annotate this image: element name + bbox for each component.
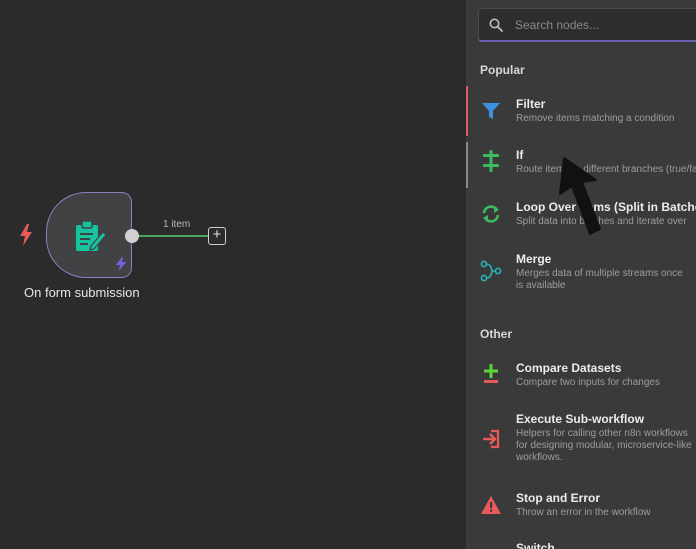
node-item-execute-sub-workflow[interactable]: Execute Sub-workflow Helpers for calling… xyxy=(466,412,696,472)
form-edit-icon xyxy=(76,220,107,251)
search-box[interactable] xyxy=(478,8,696,42)
form-trigger-node[interactable] xyxy=(46,192,132,278)
desc-line: is available xyxy=(516,280,566,291)
node-item-merge[interactable]: Merge Merges data of multiple streams on… xyxy=(466,252,696,300)
node-item-title: Stop and Error xyxy=(516,491,601,505)
merge-icon xyxy=(480,260,502,282)
node-item-title: Merge xyxy=(516,252,552,266)
lightning-bolt-icon xyxy=(20,224,32,246)
node-item-desc: Throw an error in the workflow xyxy=(516,507,651,518)
execute-workflow-icon xyxy=(483,429,500,449)
node-item-desc: Helpers for calling other n8n workflows … xyxy=(516,428,692,464)
loop-icon xyxy=(482,205,500,223)
node-title: On form submission xyxy=(24,285,140,300)
connection-item-count: 1 item xyxy=(163,219,191,230)
search-icon xyxy=(489,18,503,32)
node-item-title: If xyxy=(516,148,524,162)
node-item-desc: Remove items matching a condition xyxy=(516,113,675,124)
node-item-switch[interactable]: Switch xyxy=(466,541,696,549)
section-popular: Popular xyxy=(480,63,525,77)
cursor-arrow-icon xyxy=(559,157,601,235)
workflow-editor: 1 item + On form submission Popular Filt… xyxy=(0,0,696,549)
node-item-desc: Compare two inputs for changes xyxy=(516,377,660,388)
node-item-title: Switch xyxy=(516,541,555,549)
section-other: Other xyxy=(480,327,513,341)
warning-icon xyxy=(481,496,501,514)
node-item-filter[interactable]: Filter Remove items matching a condition xyxy=(466,97,696,137)
desc-line: Helpers for calling other n8n workflows xyxy=(516,428,688,439)
desc-line: for designing modular, microservice-like xyxy=(516,440,692,451)
node-item-stop-and-error[interactable]: Stop and Error Throw an error in the wor… xyxy=(466,491,696,531)
bolt-badge-icon xyxy=(116,257,126,271)
if-branch-icon xyxy=(483,150,499,172)
node-item-title: Compare Datasets xyxy=(516,361,622,375)
nodes-panel: Popular Filter Remove items matching a c… xyxy=(466,0,696,549)
node-item-compare-datasets[interactable]: Compare Datasets Compare two inputs for … xyxy=(466,361,696,401)
node-item-title: Execute Sub-workflow xyxy=(516,412,645,426)
add-node-button[interactable]: + xyxy=(208,227,226,245)
node-item-title: Filter xyxy=(516,97,546,111)
compare-icon xyxy=(484,364,498,383)
desc-line: Merges data of multiple streams once xyxy=(516,268,683,279)
filter-icon xyxy=(482,103,500,119)
desc-line: workflows. xyxy=(516,452,563,463)
output-handle[interactable] xyxy=(125,229,139,243)
node-item-desc: Merges data of multiple streams once is … xyxy=(516,268,683,292)
workflow-canvas[interactable]: 1 item + On form submission xyxy=(0,0,466,549)
connection-line xyxy=(139,235,209,237)
search-input[interactable] xyxy=(513,9,696,41)
